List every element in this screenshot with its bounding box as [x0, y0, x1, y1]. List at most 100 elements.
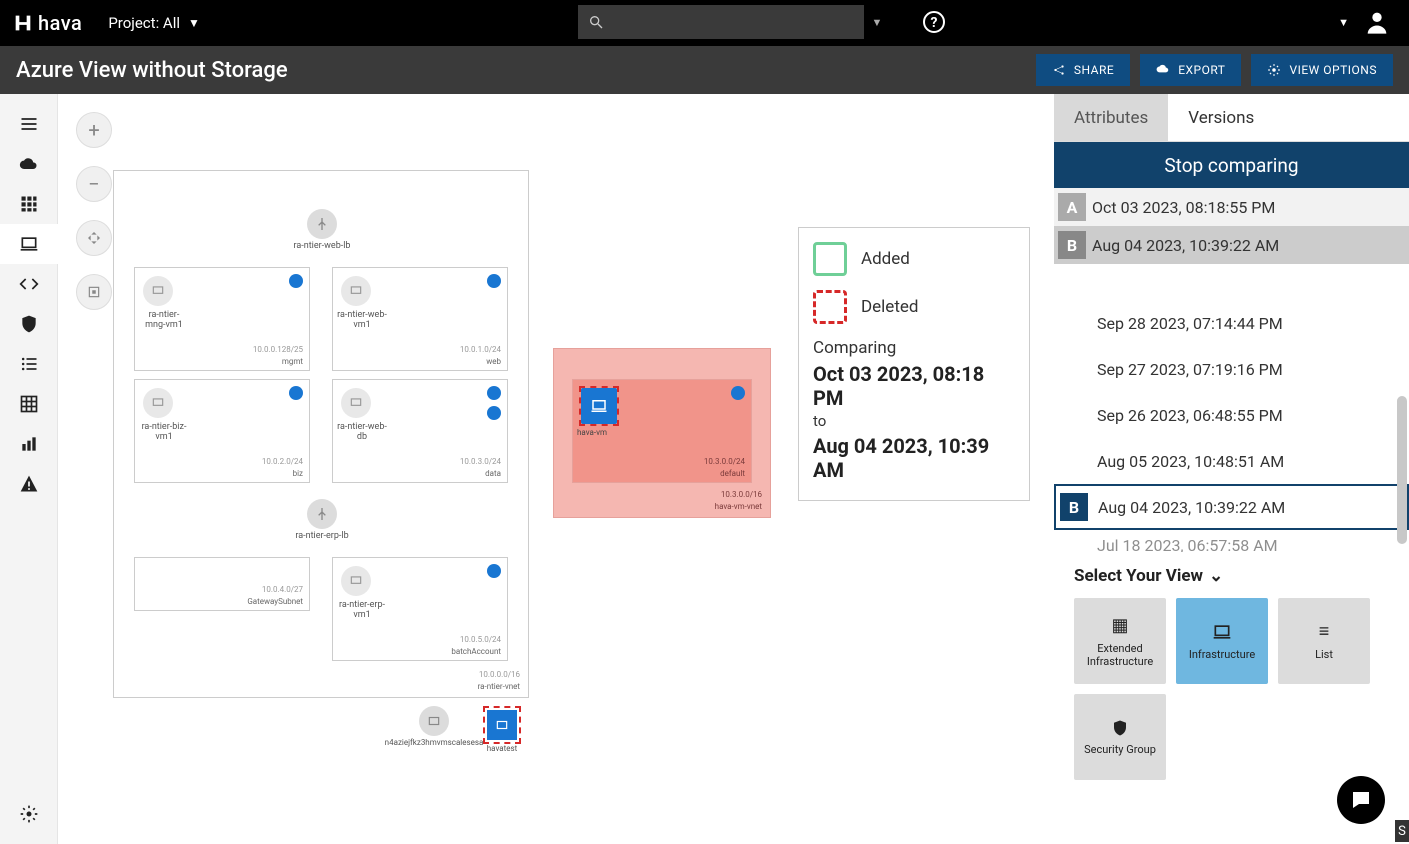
- vm-icon: [143, 276, 173, 306]
- badge-b: B: [1058, 231, 1086, 259]
- view-label: Infrastructure: [1189, 648, 1255, 661]
- zoom-in-button[interactable]: +: [76, 112, 112, 148]
- vnet-deleted[interactable]: hava-vm 10.3.0.0/24 default 10.3.0.0/16 …: [553, 348, 771, 518]
- vm-label: ra-ntier-biz-vm1: [139, 422, 189, 442]
- chart-icon[interactable]: [0, 424, 58, 464]
- laptop-icon[interactable]: [0, 224, 58, 264]
- export-button[interactable]: EXPORT: [1140, 54, 1241, 86]
- scrollbar-thumb[interactable]: [1397, 396, 1407, 544]
- version-row[interactable]: Jul 18 2023, 06:57:58 AM: [1054, 530, 1409, 552]
- subnet-batch[interactable]: ra-ntier-erp-vm1 10.0.5.0/24 batchAccoun…: [332, 557, 508, 661]
- hava-logo-icon: [12, 12, 34, 34]
- subnet-name: mgmt: [282, 357, 303, 366]
- compare-from-date: Oct 03 2023, 08:18 PM: [813, 362, 1015, 410]
- subnet-biz[interactable]: ra-ntier-biz-vm1 10.0.2.0/24 biz: [134, 379, 310, 483]
- share-button[interactable]: SHARE: [1036, 54, 1130, 86]
- subnet-gateway[interactable]: 10.0.4.0/27 GatewaySubnet: [134, 557, 310, 611]
- comparing-heading: Comparing: [813, 338, 1015, 358]
- vnet-name: ra-ntier-vnet: [478, 682, 520, 691]
- list-icon[interactable]: [0, 344, 58, 384]
- brand-text: hava: [38, 11, 82, 35]
- version-row[interactable]: Aug 05 2023, 10:48:51 AM: [1054, 438, 1409, 484]
- chat-bubble[interactable]: [1337, 776, 1385, 824]
- code-icon[interactable]: [0, 264, 58, 304]
- version-row[interactable]: Sep 27 2023, 07:19:16 PM: [1054, 346, 1409, 392]
- version-list[interactable]: Sep 28 2023, 07:14:44 PM Sep 27 2023, 07…: [1054, 300, 1409, 552]
- view-options-button[interactable]: VIEW OPTIONS: [1251, 54, 1393, 86]
- project-selector[interactable]: Project: All ▼: [108, 14, 200, 32]
- nsg-badge-icon: [731, 386, 745, 400]
- subnet-data[interactable]: ra-ntier-web-db 10.0.3.0/24 data: [332, 379, 508, 483]
- lb-top-node[interactable]: [307, 209, 337, 239]
- diagram-canvas[interactable]: + − ra-ntier-web-lb ra-ntier-mng-vm1 10.…: [58, 94, 1054, 844]
- search-container: ▼: [578, 5, 890, 39]
- search-input[interactable]: [578, 5, 864, 39]
- gear-icon: [1267, 63, 1281, 77]
- table-icon[interactable]: [0, 384, 58, 424]
- help-icon[interactable]: ?: [922, 10, 946, 34]
- right-panel: Attributes Versions Stop comparing A Oct…: [1054, 94, 1409, 844]
- version-row[interactable]: Sep 28 2023, 07:14:44 PM: [1054, 300, 1409, 346]
- view-list[interactable]: ≡ List: [1278, 598, 1370, 684]
- fit-button[interactable]: [76, 220, 112, 256]
- compare-b-date: Aug 04 2023, 10:39:22 AM: [1092, 236, 1279, 255]
- grid-icon[interactable]: [0, 184, 58, 224]
- compare-a-date: Oct 03 2023, 08:18:55 PM: [1092, 198, 1275, 217]
- zoom-out-button[interactable]: −: [76, 166, 112, 202]
- added-swatch: [813, 242, 847, 276]
- subnet-deleted[interactable]: hava-vm 10.3.0.0/24 default: [572, 379, 752, 483]
- storage-item[interactable]: n4aziejfkz3hmvmscalesesa: [408, 706, 460, 747]
- tab-attributes[interactable]: Attributes: [1054, 94, 1168, 142]
- user-icon[interactable]: [1363, 8, 1391, 36]
- deleted-swatch: [813, 290, 847, 324]
- select-view-heading[interactable]: Select Your View ⌄: [1054, 552, 1409, 590]
- version-row[interactable]: Sep 26 2023, 06:48:55 PM: [1054, 392, 1409, 438]
- deleted-marker: [483, 706, 521, 744]
- view-infrastructure[interactable]: Infrastructure: [1176, 598, 1268, 684]
- settings-icon[interactable]: [0, 794, 58, 834]
- search-dropdown[interactable]: ▼: [864, 5, 890, 39]
- zoom-controls: + −: [76, 112, 112, 310]
- nsg-badge-icon: [289, 386, 303, 400]
- brand-logo[interactable]: hava: [12, 11, 82, 35]
- vnet-main[interactable]: ra-ntier-web-lb ra-ntier-mng-vm1 10.0.0.…: [113, 170, 529, 698]
- deleted-vm-label: hava-vm: [577, 428, 607, 437]
- user-menu-chevron[interactable]: ▼: [1338, 16, 1349, 29]
- vm-label: ra-ntier-erp-vm1: [337, 600, 387, 620]
- lb-mid-node[interactable]: [307, 499, 337, 529]
- view-extended[interactable]: ▦ Extended Infrastructure: [1074, 598, 1166, 684]
- list-icon: ≡: [1319, 621, 1330, 642]
- overlay-peek: S: [1395, 820, 1409, 842]
- subnet-name: GatewaySubnet: [247, 597, 303, 606]
- version-row-selected[interactable]: BAug 04 2023, 10:39:22 AM: [1054, 484, 1409, 530]
- subnet-mgmt[interactable]: ra-ntier-mng-vm1 10.0.0.128/25 mgmt: [134, 267, 310, 371]
- cloud-icon[interactable]: [0, 144, 58, 184]
- cloud-download-icon: [1156, 63, 1170, 77]
- storage-item-deleted[interactable]: havatest: [476, 706, 528, 753]
- vm-icon: [341, 276, 371, 306]
- alert-icon[interactable]: [0, 464, 58, 504]
- stop-comparing-button[interactable]: Stop comparing: [1054, 142, 1409, 188]
- left-sidebar: [0, 94, 58, 844]
- subnet-cidr: 10.0.3.0/24: [460, 457, 501, 466]
- nsg-badge-icon: [487, 406, 501, 420]
- compare-slot-a[interactable]: A Oct 03 2023, 08:18:55 PM: [1054, 188, 1409, 226]
- view-options-label: VIEW OPTIONS: [1289, 63, 1377, 77]
- vnet-name: hava-vm-vnet: [715, 502, 762, 511]
- compare-slot-b[interactable]: B Aug 04 2023, 10:39:22 AM: [1054, 226, 1409, 264]
- deleted-vm-node[interactable]: [579, 386, 619, 426]
- shield-icon[interactable]: [0, 304, 58, 344]
- subnet-name: biz: [293, 469, 303, 478]
- tab-versions[interactable]: Versions: [1168, 94, 1274, 142]
- lb-mid-label: ra-ntier-erp-lb: [287, 531, 357, 541]
- search-icon: [588, 14, 604, 30]
- vm-label: ra-ntier-web-db: [337, 422, 387, 442]
- subnet-cidr: 10.0.0.128/25: [253, 345, 303, 354]
- center-button[interactable]: [76, 274, 112, 310]
- storage-icon: [487, 710, 517, 740]
- subnet-cidr: 10.0.2.0/24: [262, 457, 303, 466]
- menu-icon[interactable]: [0, 104, 58, 144]
- version-date: Sep 26 2023, 06:48:55 PM: [1097, 406, 1283, 425]
- subnet-web[interactable]: ra-ntier-web-vm1 10.0.1.0/24 web: [332, 267, 508, 371]
- view-security[interactable]: Security Group: [1074, 694, 1166, 780]
